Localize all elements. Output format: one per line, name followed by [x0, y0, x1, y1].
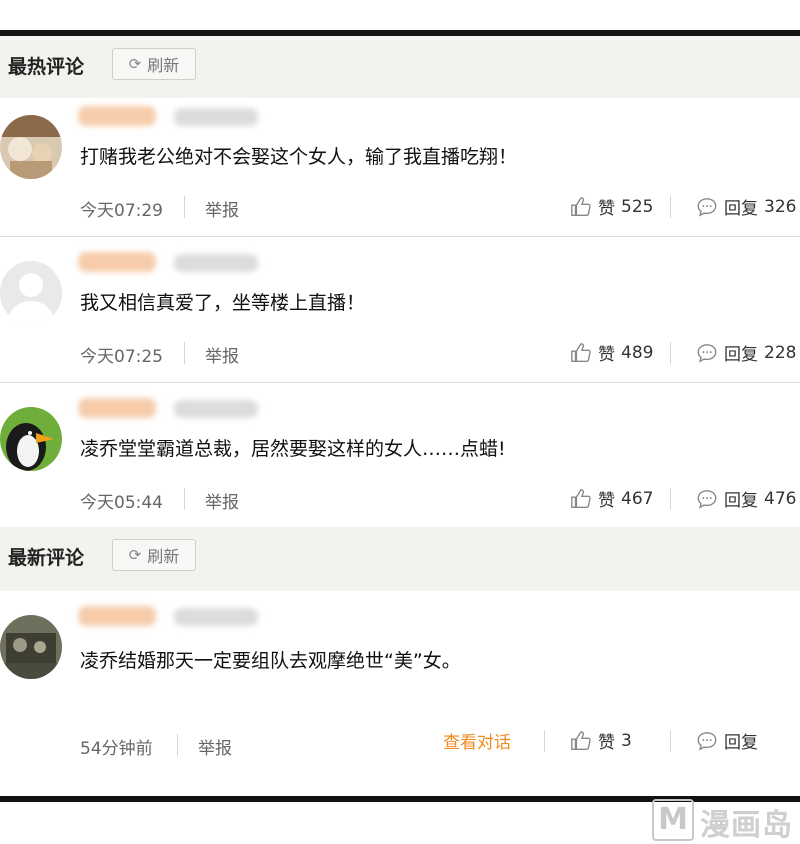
user-tag-blurred — [174, 400, 258, 418]
divider — [670, 196, 671, 218]
reply-count: 476 — [764, 488, 797, 509]
report-link[interactable]: 举报 — [205, 196, 239, 221]
new-refresh-button[interactable]: ⟳ 刷新 — [112, 539, 196, 571]
reply-label: 回复 — [724, 733, 758, 753]
watermark-m-icon: M — [652, 799, 694, 841]
divider — [544, 730, 545, 752]
like-label: 赞 — [598, 733, 615, 753]
comment-text: 凌乔结婚那天一定要组队去观摩绝世“美”女。 — [80, 650, 461, 672]
like-count: 525 — [621, 196, 654, 217]
hot-comments-header: 最热评论 ⟳ 刷新 — [0, 36, 800, 98]
user-tag-blurred — [174, 608, 258, 626]
speech-bubble-icon — [697, 489, 717, 509]
user-tag-blurred — [174, 108, 258, 126]
user-avatar[interactable] — [0, 115, 62, 179]
username-blurred — [78, 106, 156, 126]
comment-text: 凌乔堂堂霸道总裁，居然要娶这样的女人……点蜡! — [80, 438, 506, 460]
speech-bubble-icon — [697, 731, 717, 751]
like-button[interactable]: 赞 489 — [570, 340, 653, 365]
reply-button[interactable]: 回复 326 — [696, 194, 796, 219]
refresh-icon: ⟳ — [128, 546, 142, 564]
reply-button[interactable]: 回复 476 — [696, 486, 796, 511]
watermark-text: 漫画岛 — [700, 808, 793, 843]
new-comments-title: 最新评论 — [8, 547, 85, 569]
comment-time: 今天05:44 — [80, 493, 163, 513]
reply-label: 回复 — [724, 345, 758, 365]
comment-text: 我又相信真爱了，坐等楼上直播！ — [80, 292, 366, 314]
reply-button[interactable]: 回复 228 — [696, 340, 796, 365]
user-tag-blurred — [174, 254, 258, 272]
username-blurred — [78, 398, 156, 418]
like-button[interactable]: 赞 467 — [570, 486, 653, 511]
speech-bubble-icon — [697, 197, 717, 217]
like-count: 489 — [621, 342, 654, 363]
comment-time: 今天07:29 — [80, 201, 163, 221]
user-avatar[interactable] — [0, 407, 62, 471]
watermark-logo: M 漫画岛 — [650, 796, 800, 843]
reply-count: 228 — [764, 342, 797, 363]
user-avatar[interactable] — [0, 261, 62, 325]
report-link[interactable]: 举报 — [205, 342, 239, 367]
divider — [177, 734, 178, 756]
view-conversation-link[interactable]: 查看对话 — [443, 728, 511, 753]
comment-time: 54分钟前 — [80, 739, 153, 759]
new-comments-header: 最新评论 ⟳ 刷新 — [0, 527, 800, 591]
speech-bubble-icon — [697, 343, 717, 363]
reply-label: 回复 — [724, 491, 758, 511]
username-blurred — [78, 252, 156, 272]
divider — [184, 342, 185, 364]
divider — [670, 488, 671, 510]
refresh-label: 刷新 — [147, 56, 180, 75]
thumbs-up-icon — [571, 488, 591, 508]
reply-count: 326 — [764, 196, 797, 217]
divider — [184, 488, 185, 510]
thumbs-up-icon — [571, 730, 591, 750]
refresh-label: 刷新 — [147, 547, 180, 566]
comment-item: 我又相信真爱了，坐等楼上直播！ 今天07:25 举报 赞 489 回复 228 — [0, 246, 800, 383]
comment-item: 凌乔堂堂霸道总裁，居然要娶这样的女人……点蜡! 今天05:44 举报 赞 467… — [0, 392, 800, 526]
report-link[interactable]: 举报 — [205, 488, 239, 513]
username-blurred — [78, 606, 156, 626]
hot-comments-title: 最热评论 — [8, 56, 85, 78]
report-link[interactable]: 举报 — [198, 734, 232, 759]
thumbs-up-icon — [571, 342, 591, 362]
like-label: 赞 — [598, 491, 615, 511]
comment-item: 打赌我老公绝对不会娶这个女人，输了我直播吃翔！ 今天07:29 举报 赞 525… — [0, 100, 800, 237]
thumbs-up-icon — [571, 196, 591, 216]
like-count: 467 — [621, 488, 654, 509]
like-count: 3 — [621, 730, 632, 751]
comment-time: 今天07:25 — [80, 347, 163, 367]
reply-button[interactable]: 回复 — [696, 728, 758, 753]
like-button[interactable]: 赞 3 — [570, 728, 632, 753]
refresh-icon: ⟳ — [128, 55, 142, 73]
hot-refresh-button[interactable]: ⟳ 刷新 — [112, 48, 196, 80]
like-button[interactable]: 赞 525 — [570, 194, 653, 219]
divider — [670, 730, 671, 752]
divider — [184, 196, 185, 218]
like-label: 赞 — [598, 199, 615, 219]
divider — [670, 342, 671, 364]
reply-label: 回复 — [724, 199, 758, 219]
user-avatar[interactable] — [0, 615, 62, 679]
comment-text: 打赌我老公绝对不会娶这个女人，输了我直播吃翔！ — [80, 146, 518, 168]
like-label: 赞 — [598, 345, 615, 365]
comment-item: 凌乔结婚那天一定要组队去观摩绝世“美”女。 54分钟前 举报 查看对话 赞 3 … — [0, 600, 800, 794]
